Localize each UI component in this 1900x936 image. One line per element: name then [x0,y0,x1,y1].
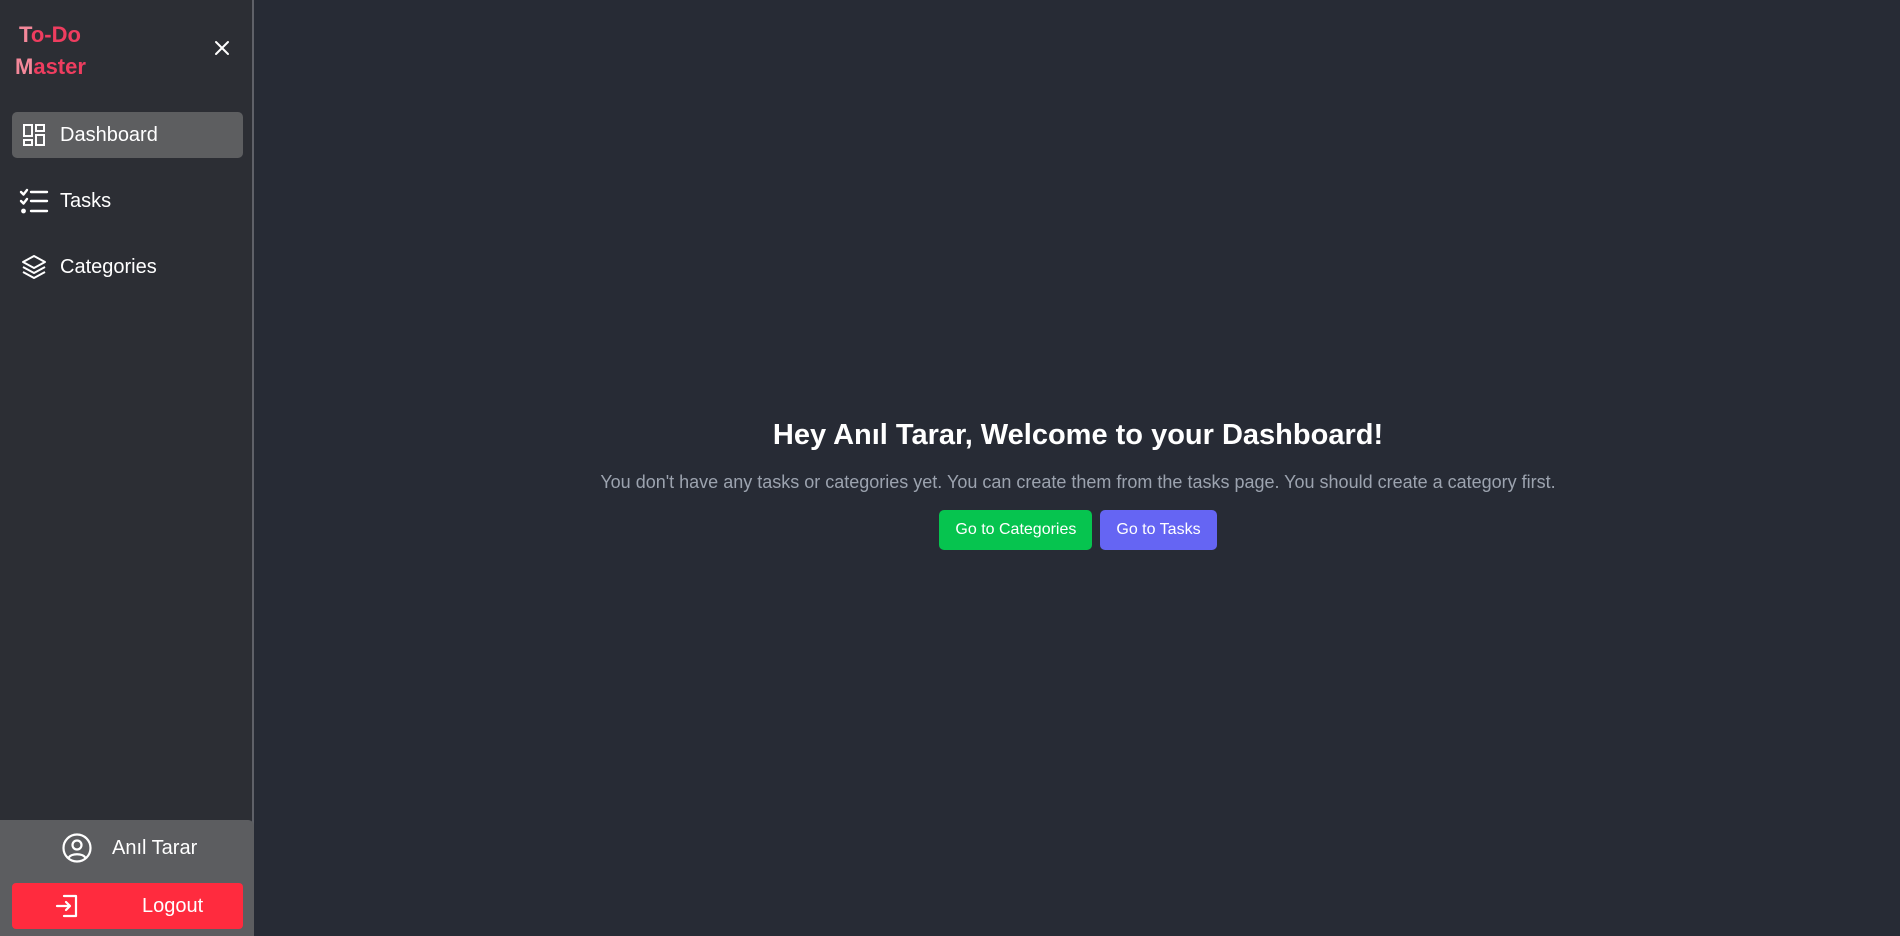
go-to-categories-button[interactable]: Go to Categories [939,510,1093,550]
app-root: To-Do Master Dashboard Tasks Categories … [0,0,1900,936]
app-logo[interactable]: To-Do Master [15,19,86,83]
brand-line-2-rest: aster [33,54,86,79]
close-sidebar-button[interactable] [210,36,234,60]
logout-icon [52,891,82,921]
logout-button[interactable]: Logout [12,883,243,929]
brand-line-1: To-Do [15,19,86,51]
brand-line-2: Master [15,51,86,83]
sidebar-item-tasks[interactable]: Tasks [12,178,243,224]
welcome-actions: Go to Categories Go to Tasks [256,510,1900,550]
go-to-tasks-button[interactable]: Go to Tasks [1100,510,1217,550]
sidebar-item-dashboard[interactable]: Dashboard [12,112,243,158]
layers-icon [17,250,51,284]
page-title: Hey Anıl Tarar, Welcome to your Dashboar… [772,419,1384,451]
sidebar: To-Do Master Dashboard Tasks Categories … [0,0,254,936]
sidebar-item-label: Dashboard [60,123,158,146]
empty-state-message: You don't have any tasks or categories y… [600,472,1556,492]
welcome-section: Hey Anıl Tarar, Welcome to your Dashboar… [256,415,1900,550]
close-icon [215,41,229,55]
brand-letter-m: M [15,54,34,79]
dashboard-icon [17,118,51,152]
user-name: Anıl Tarar [112,836,198,859]
main-content: Hey Anıl Tarar, Welcome to your Dashboar… [256,0,1900,936]
checklist-icon [17,184,51,218]
brand-letter-t: T [19,22,31,47]
sidebar-item-label: Categories [60,255,157,278]
sidebar-item-categories[interactable]: Categories [12,244,243,290]
logout-label: Logout [142,894,204,917]
user-profile[interactable]: Anıl Tarar [0,828,254,868]
brand-line-1-rest: o-Do [30,22,81,47]
user-panel: Anıl Tarar Logout [0,820,254,936]
user-circle-icon [60,831,94,865]
sidebar-item-label: Tasks [60,189,112,212]
